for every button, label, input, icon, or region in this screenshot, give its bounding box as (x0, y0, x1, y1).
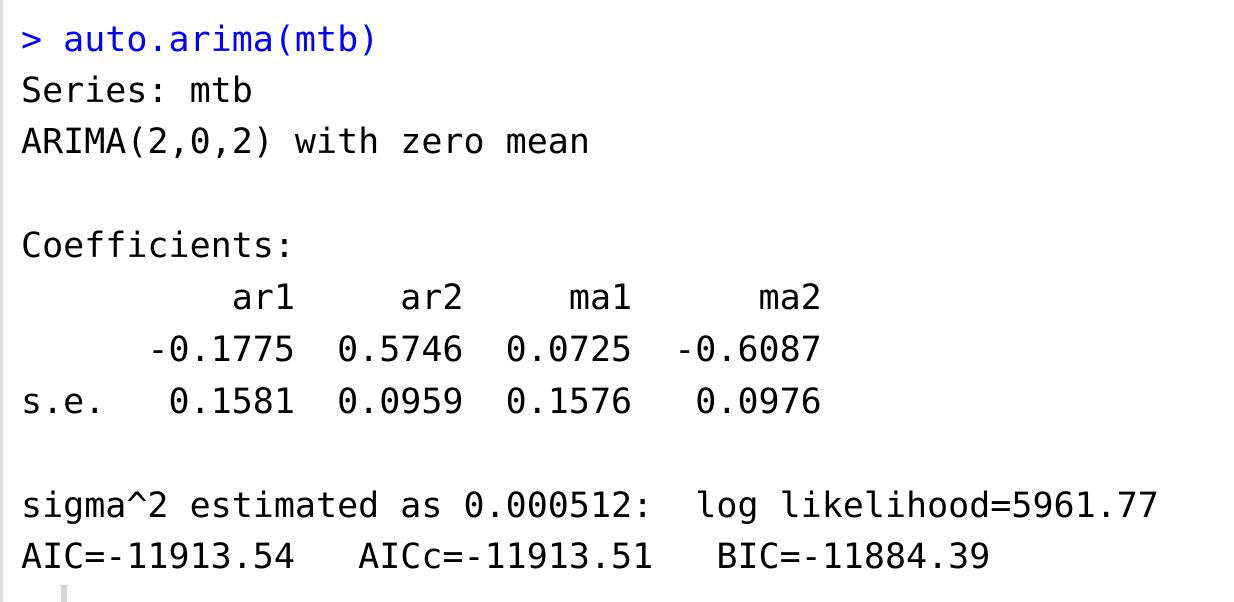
coef-header-row: ar1 ar2 ma1 ma2 (21, 278, 822, 318)
model-line: ARIMA(2,0,2) with zero mean (21, 122, 590, 162)
series-line: Series: mtb (21, 71, 253, 111)
console-cursor (61, 585, 67, 602)
r-console[interactable]: > auto.arima(mtb) Series: mtb ARIMA(2,0,… (0, 0, 1234, 602)
sigma-line: sigma^2 estimated as 0.000512: log likel… (21, 486, 1159, 526)
coefficients-heading: Coefficients: (21, 226, 295, 266)
coef-se-row: s.e. 0.1581 0.0959 0.1576 0.0976 (21, 382, 822, 422)
information-criteria-line: AIC=-11913.54 AICc=-11913.51 BIC=-11884.… (21, 537, 991, 577)
command-line: > auto.arima(mtb) (21, 20, 380, 60)
coef-value-row: -0.1775 0.5746 0.0725 -0.6087 (21, 330, 822, 370)
